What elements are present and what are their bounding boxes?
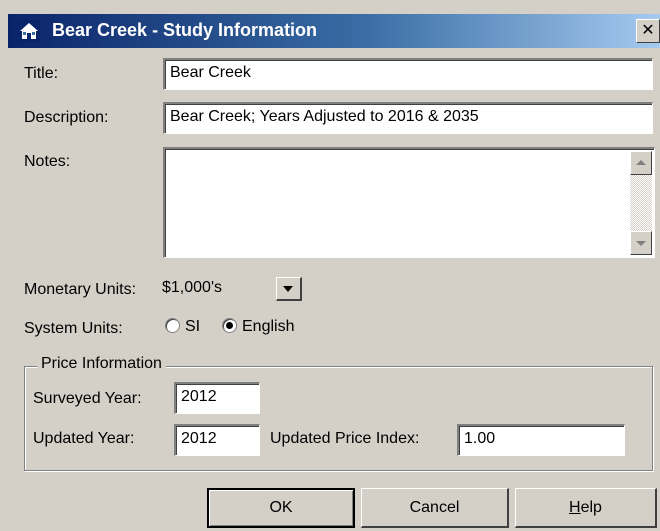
house-icon (18, 20, 40, 42)
monetary-units-value: $1,000's (162, 279, 222, 296)
title-input[interactable]: Bear Creek (163, 58, 653, 90)
scroll-down-button[interactable] (630, 231, 652, 255)
si-radio[interactable] (165, 318, 180, 333)
study-information-dialog: Bear Creek - Study Information ✕ Title: … (0, 0, 660, 531)
title-label: Title: (24, 65, 59, 82)
description-input[interactable]: Bear Creek; Years Adjusted to 2016 & 203… (163, 102, 653, 134)
surveyed-year-label: Surveyed Year: (33, 390, 142, 407)
updated-price-index-input[interactable]: 1.00 (457, 424, 625, 456)
surveyed-year-input[interactable]: 2012 (174, 382, 260, 414)
price-information-group-label: Price Information (37, 355, 166, 373)
help-button[interactable]: Help (515, 488, 657, 528)
scroll-up-button[interactable] (630, 151, 652, 175)
english-radio-label[interactable]: English (242, 318, 294, 336)
window-title: Bear Creek - Study Information (52, 20, 318, 40)
updated-price-index-label: Updated Price Index: (270, 430, 420, 447)
monetary-units-label: Monetary Units: (24, 281, 137, 298)
notes-scrollbar[interactable] (630, 151, 652, 255)
help-mnemonic: H (569, 499, 581, 516)
description-label: Description: (24, 109, 109, 126)
cancel-button[interactable]: Cancel (361, 488, 509, 528)
notes-label: Notes: (24, 153, 71, 170)
ok-button[interactable]: OK (207, 488, 355, 528)
close-button[interactable]: ✕ (636, 19, 660, 43)
si-radio-label[interactable]: SI (185, 318, 200, 336)
updated-year-label: Updated Year: (33, 430, 135, 447)
monetary-units-dropdown-button[interactable] (276, 277, 302, 301)
arrow-up-icon (636, 160, 646, 165)
arrow-down-icon (636, 241, 646, 246)
english-radio[interactable] (222, 318, 237, 333)
title-bar[interactable]: Bear Creek - Study Information ✕ (8, 14, 660, 48)
help-label-rest: elp (580, 499, 602, 516)
updated-year-input[interactable]: 2012 (174, 424, 260, 456)
close-icon: ✕ (641, 22, 655, 39)
dropdown-arrow-icon (283, 286, 293, 292)
notes-textarea[interactable] (163, 147, 655, 258)
system-units-label: System Units: (24, 320, 123, 337)
scroll-track[interactable] (630, 175, 652, 231)
